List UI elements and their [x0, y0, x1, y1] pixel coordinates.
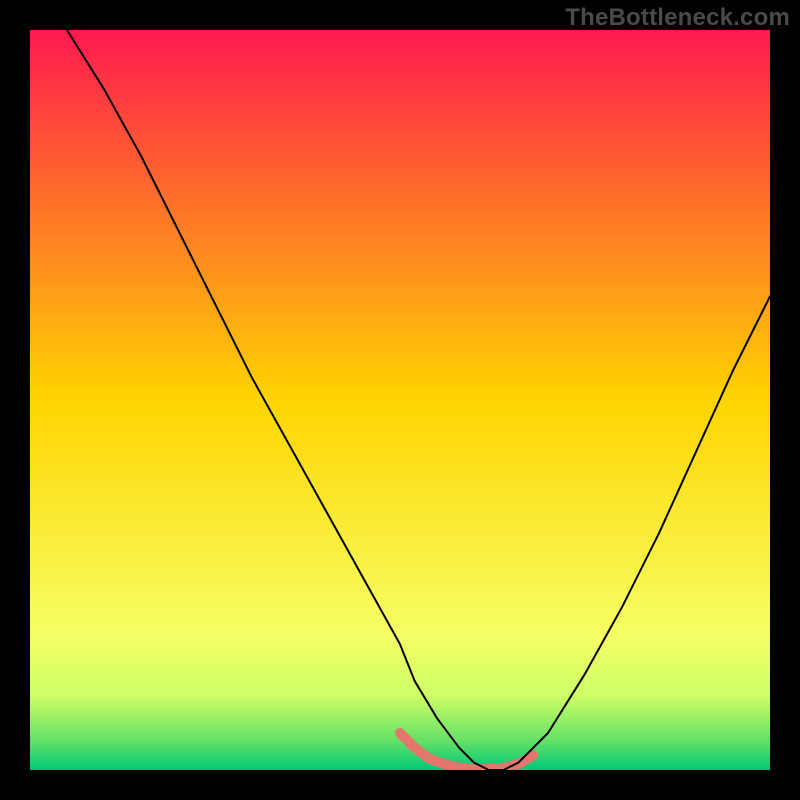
plot-svg [30, 30, 770, 770]
plot-area [30, 30, 770, 770]
chart-frame: TheBottleneck.com [0, 0, 800, 800]
watermark-text: TheBottleneck.com [565, 4, 790, 32]
gradient-rect [30, 30, 770, 770]
